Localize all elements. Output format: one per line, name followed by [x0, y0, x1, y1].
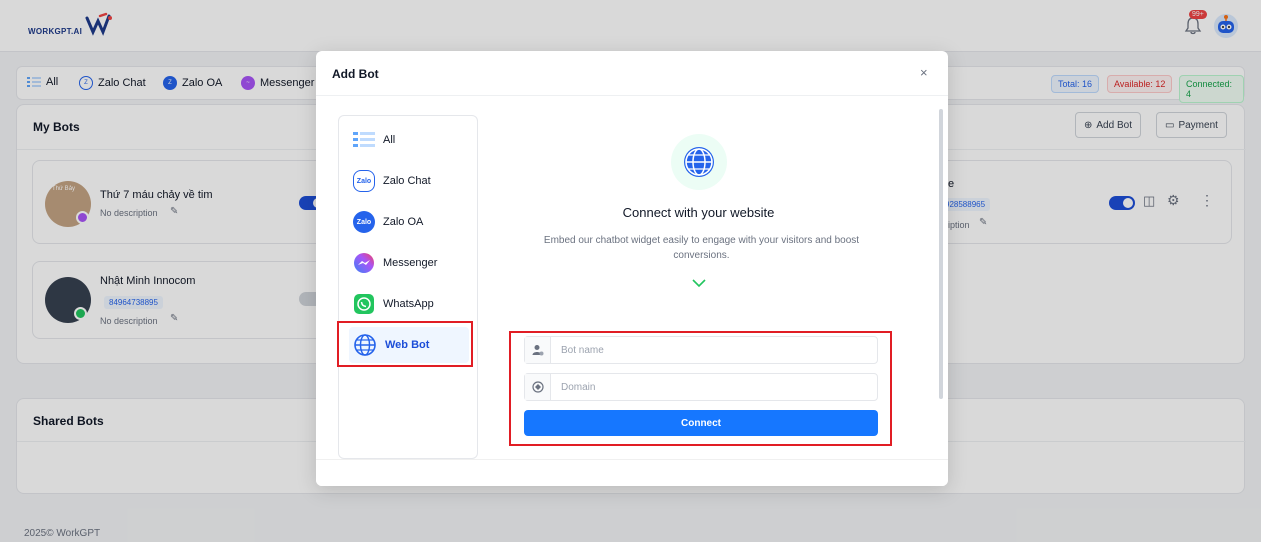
platform-label: Messenger: [383, 257, 438, 269]
globe-icon: [684, 147, 714, 177]
zalo-oa-icon: Zalo: [353, 211, 375, 233]
highlight-box-web-bot: [337, 321, 473, 367]
platform-label: Zalo Chat: [383, 175, 431, 187]
modal-scrollbar[interactable]: [939, 109, 943, 399]
platform-label: All: [383, 134, 396, 146]
modal-title: Add Bot: [332, 67, 379, 81]
platform-item-zalo-oa[interactable]: Zalo Zalo OA: [349, 204, 469, 240]
globe-badge: [671, 134, 727, 190]
platform-item-whatsapp[interactable]: WhatsApp: [349, 286, 469, 322]
close-icon[interactable]: ×: [920, 65, 928, 80]
platform-item-zalo-chat[interactable]: Zalo Zalo Chat: [349, 163, 469, 199]
whatsapp-icon: [354, 294, 374, 314]
connect-title: Connect with your website: [622, 205, 775, 220]
platform-list: All Zalo Zalo Chat Zalo Zalo OA Messenge…: [338, 115, 478, 459]
list-icon: [353, 132, 375, 147]
modal-bottom: [316, 459, 948, 486]
add-bot-modal: Add Bot × All Zalo Zalo Chat Zalo Zalo O…: [316, 51, 948, 486]
platform-label: WhatsApp: [383, 298, 434, 310]
chevron-down-icon[interactable]: [692, 278, 706, 288]
highlight-box-form: [509, 331, 892, 446]
messenger-icon: [354, 253, 374, 273]
platform-item-all[interactable]: All: [349, 122, 469, 158]
modal-divider: [316, 95, 948, 96]
connect-description: Embed our chatbot widget easily to engag…: [543, 235, 860, 261]
platform-label: Zalo OA: [383, 216, 424, 228]
platform-item-messenger[interactable]: Messenger: [349, 245, 469, 281]
zalo-chat-icon: Zalo: [353, 170, 375, 192]
